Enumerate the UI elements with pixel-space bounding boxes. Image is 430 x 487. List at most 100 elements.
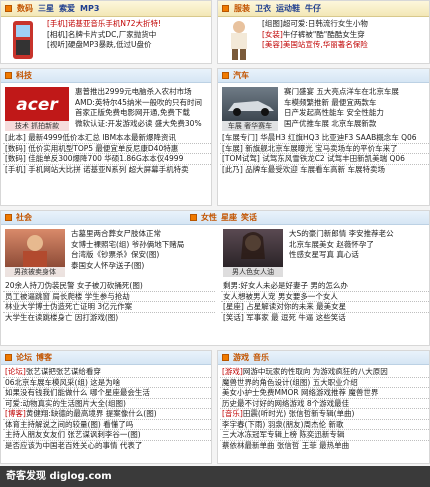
forum-panel: 论坛 博客 [论坛]张艺谋把张艺谋给看穿 06北京车展车模风采(组) 这是为啥 … <box>0 350 212 464</box>
music-link[interactable]: [音乐]田震(听时光) 张信哲新专辑(单曲) <box>220 409 429 420</box>
phone-image[interactable] <box>5 19 41 61</box>
digital-panel: 数码 三星 索爱 MP3 [手机]诺基亚音乐手机N72大折特! [相机]名牌卡片… <box>0 0 212 64</box>
social-headline[interactable]: 古墓里两合葬女尸肢体正常 <box>69 229 215 240</box>
social-headline[interactable]: 泰国女人怀孕送子(图) <box>69 261 215 272</box>
tab-hoodie[interactable]: 卫衣 <box>255 3 271 14</box>
car-link[interactable]: [TOM试驾] 试驾东风雪铁龙C2 试驾丰田新凯美瑞 Q06 <box>220 154 429 165</box>
social-link[interactable]: 员工被逼跳窗 局长爬楼 学生参与抢劫 <box>3 292 215 302</box>
tab-mp3[interactable]: MP3 <box>80 4 99 13</box>
game-link[interactable]: 历史最不讨好的网络游戏 8个游戏最佳 <box>220 399 429 409</box>
music-link[interactable]: 蔡依林最新单曲 张信哲 王菲 最热单曲 <box>220 441 429 452</box>
tab-society[interactable]: 社会 <box>16 212 32 223</box>
fashion-image[interactable] <box>222 19 256 61</box>
tech-headline[interactable]: 首家正版免费电影网开通,免费下载 <box>73 108 211 119</box>
tech-header: 科技 <box>1 69 211 83</box>
tab-fashion[interactable]: 服装 <box>234 3 250 14</box>
phone-icon <box>13 21 33 59</box>
person-photo-icon <box>23 235 47 267</box>
car-title[interactable]: 汽车 <box>233 70 249 81</box>
social-image[interactable]: 男孩被卖身体 <box>5 229 65 277</box>
tab-jeans[interactable]: 牛仔 <box>305 3 321 14</box>
blog-link[interactable]: 体育主持解说之间的较量(图) 看懂了吗 <box>3 420 211 430</box>
social-headline[interactable]: 台湾版《钞票杀》保安(图) <box>69 250 215 261</box>
tab-sneakers[interactable]: 运动鞋 <box>276 3 300 14</box>
footer-watermark: 奇客发现 diglog.com <box>0 466 430 487</box>
tab-blog[interactable]: 博客 <box>36 352 52 363</box>
social-header: 社会 女性 星座 笑话 <box>1 211 429 225</box>
tech-link[interactable]: [手机] 手机网站大比拼 诺基亚N系列 超大屏幕手机特卖 <box>3 165 211 176</box>
female-link[interactable]: [星座] 占星解读对你的未来 最美女星 <box>221 302 429 313</box>
acer-image[interactable]: acer 技术 抓拍新款 <box>5 87 69 131</box>
tab-games[interactable]: 游戏 <box>233 352 249 363</box>
car-headline[interactable]: 日产发起高性能车 安全性能力 <box>282 108 429 119</box>
social-link[interactable]: 大学生在读跳楼身亡 因打游戏(图) <box>3 313 215 324</box>
forum-link[interactable]: 可爱:动物真实的生活图片大全(组图) <box>3 399 211 409</box>
tech-title[interactable]: 科技 <box>16 70 32 81</box>
tech-link[interactable]: [数码] 低价实用机型TOP5 最便宜单反尼康D40特惠 <box>3 144 211 154</box>
car-link[interactable]: [车展] 新旗舰北京车展曝光 宝马卖场车的平价车来了 <box>220 144 429 154</box>
female-image[interactable]: 男人色女人油 <box>223 229 283 277</box>
tech-link[interactable]: [此本] 最新4999低价本汇总 IBM本本最新爆降资讯 <box>3 133 211 144</box>
tech-image-caption: 技术 抓拍新款 <box>5 121 69 131</box>
digital-line[interactable]: [相机]名牌卡片式DC,厂家抛货中 <box>45 30 211 41</box>
social-link[interactable]: 20余人持刀伪装民警 女子被刀砍捅死(图) <box>3 281 215 292</box>
fashion-panel: 服装 卫衣 运动鞋 牛仔 [组图]超可爱:日韩流行女生小物 [女装]牛仔裤被"酷… <box>217 0 430 64</box>
orange-square-icon <box>222 72 229 79</box>
game-link[interactable]: [游戏]网游中玩家的性取向 为游戏疯狂的八大原因 <box>220 367 429 378</box>
car-icon <box>228 101 274 116</box>
blog-link[interactable]: [博客]黄健翔:缺德的最高境界 提案像什么(图) <box>3 409 211 420</box>
digital-line[interactable]: [视听]硬盘MP3暴跌,低过U盘价 <box>45 40 211 51</box>
tab-female[interactable]: 女性 <box>201 212 217 223</box>
social-link[interactable]: 林业大学博士伪造死亡证明 3亿元作案 <box>3 302 215 313</box>
orange-square-icon <box>5 354 12 361</box>
forum-link[interactable]: 如果没有钱我们能做什么 哪个星座最会生活 <box>3 388 211 399</box>
tab-jokes[interactable]: 笑话 <box>241 212 257 223</box>
woman-photo-icon <box>241 232 265 259</box>
orange-square-icon <box>222 5 229 12</box>
forum-link[interactable]: 06北京车展车模风采(组) 这是为啥 <box>3 378 211 388</box>
female-headline[interactable]: 性感女星写真 真心话 <box>287 250 429 261</box>
fashion-line[interactable]: [女装]牛仔裤被"酷"酷酷女生穿 <box>260 30 429 41</box>
car-header: 汽车 <box>218 69 429 83</box>
female-link[interactable]: [笑话] 军事家 最 逗死 牛逼 这些笑话 <box>221 313 429 324</box>
forum-link[interactable]: [论坛]张艺谋把张艺谋给看穿 <box>3 367 211 378</box>
tech-headline[interactable]: 微软认证:开发游戏必读 盛大免费30% <box>73 119 211 130</box>
forum-header: 论坛 博客 <box>1 351 211 365</box>
female-link[interactable]: 女人想被男人宠 男女要多一个女人 <box>221 292 429 302</box>
blog-link[interactable]: 主持人朋友女友们 张艺谋讽刺李谷一(图) <box>3 430 211 441</box>
game-link[interactable]: 魔兽世界的角色设计(组图) 五大职业介绍 <box>220 378 429 388</box>
female-headline[interactable]: 北京车展美女 赵薇怀孕了 <box>287 240 429 251</box>
tech-headline[interactable]: 惠普推出2999元电脑杀入农村市场 <box>73 87 211 98</box>
tab-zodiac[interactable]: 星座 <box>221 212 237 223</box>
tech-link[interactable]: [数码] 佳能单反300爆降700 华硕1.86G本本仅4999 <box>3 154 211 165</box>
acer-logo: acer <box>16 95 58 115</box>
female-headline[interactable]: 大S的豪门新郎情 李安推荐老公 <box>287 229 429 240</box>
social-image-caption: 男孩被卖身体 <box>5 267 65 277</box>
music-link[interactable]: 三大冰冻冠军专辑上榜 陈奕迅新专辑 <box>220 430 429 441</box>
orange-square-icon <box>5 214 12 221</box>
car-image-caption: 车展 奢华赛车 <box>222 121 278 131</box>
tab-sony[interactable]: 索爱 <box>59 3 75 14</box>
car-link[interactable]: [此乃] 品牌车最受欢迎 车展看车高新 车展特卖场 <box>220 165 429 176</box>
tab-digital[interactable]: 数码 <box>17 3 33 14</box>
car-headline[interactable]: 赛门盛宴 五大亮点洋车在北京车展 <box>282 87 429 98</box>
female-link[interactable]: 剩男:好女人未必是好妻子 男的怎么办 <box>221 281 429 292</box>
car-image[interactable]: 车展 奢华赛车 <box>222 87 278 131</box>
tech-panel: 科技 acer 技术 抓拍新款 惠普推出2999元电脑杀入农村市场 AMD:英特… <box>0 68 212 206</box>
digital-line[interactable]: [手机]诺基亚音乐手机N72大折特! <box>45 19 211 30</box>
car-headline[interactable]: 车模频繁推新 最便宜两款车 <box>282 98 429 109</box>
tab-samsung[interactable]: 三星 <box>38 3 54 14</box>
social-headline[interactable]: 女博士裸照宅(组) 爷孙俩地下赌局 <box>69 240 215 251</box>
tech-headline[interactable]: AMD:英特尔45纳米一般吹的只有时间 <box>73 98 211 109</box>
music-link[interactable]: 李宇春(下雨) 羽泉(朋友)周杰伦 新歌 <box>220 420 429 430</box>
blog-link[interactable]: 是否应该为中国老百姓关心的事情 代表了 <box>3 441 211 452</box>
orange-square-icon <box>5 72 12 79</box>
social-panel: 社会 女性 星座 笑话 男孩被卖身体 古墓里两合葬女尸肢体正常 女博士裸照宅(组… <box>0 210 430 346</box>
car-headline[interactable]: 国产优推车展 北京车展新款 <box>282 119 429 130</box>
car-link[interactable]: [车展专门] 华晨H3 红旗HQ3 比亚迪F3 SAAB概念车 Q06 <box>220 133 429 144</box>
fashion-line[interactable]: [美容]美国站宣传,华丽著名保险 <box>260 40 429 51</box>
tab-forum[interactable]: 论坛 <box>16 352 32 363</box>
tab-music[interactable]: 音乐 <box>253 352 269 363</box>
fashion-line[interactable]: [组图]超可爱:日韩流行女生小物 <box>260 19 429 30</box>
game-link[interactable]: 美女小护士免费MMOR 网络游戏推荐 魔兽世界 <box>220 388 429 399</box>
